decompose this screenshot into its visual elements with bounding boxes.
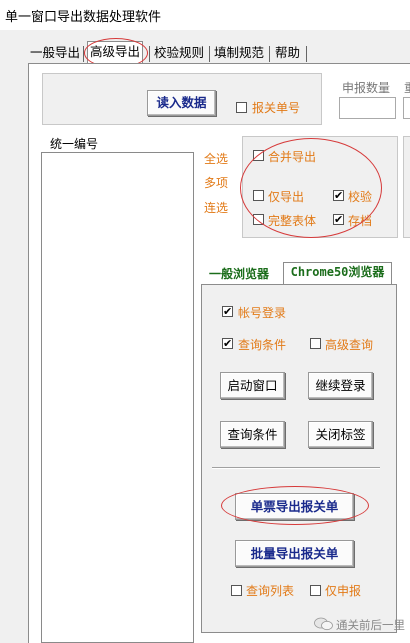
archive-checkbox[interactable]: ✔ <box>333 214 344 225</box>
declare-count-input[interactable] <box>339 97 396 119</box>
advanced-query-checkbox[interactable] <box>310 338 321 349</box>
full-table-checkbox[interactable] <box>253 214 264 225</box>
continue-login-button[interactable]: 继续登录 <box>308 372 373 399</box>
tab-general-export[interactable]: 一般导出 <box>28 43 82 64</box>
tab-divider <box>83 46 84 62</box>
read-data-button[interactable]: 读入数据 <box>147 90 216 116</box>
start-window-button[interactable]: 启动窗口 <box>220 372 285 399</box>
tab-divider <box>269 46 270 62</box>
declare-count-label: 申报数量 <box>342 81 391 95</box>
wechat-logo-icon <box>314 617 334 631</box>
query-list-checkbox[interactable] <box>231 585 242 596</box>
only-export-label: 仅导出 <box>268 190 305 204</box>
tab-help[interactable]: 帮助 <box>273 43 302 64</box>
query-conditions-label: 查询条件 <box>238 338 287 352</box>
only-declare-label: 仅申报 <box>325 584 362 598</box>
tab-divider <box>209 46 210 62</box>
tab-validation-rules[interactable]: 校验规则 <box>152 43 206 64</box>
export-options-group <box>242 136 398 238</box>
divider <box>212 468 380 469</box>
verify-label: 校验 <box>348 190 373 204</box>
unified-number-list[interactable] <box>41 152 194 643</box>
select-all-link[interactable]: 全选 <box>204 150 228 167</box>
tab-fill-spec[interactable]: 填制规范 <box>212 43 266 64</box>
query-conditions-checkbox[interactable]: ✔ <box>222 338 233 349</box>
watermark-text: 通关前后一里 <box>336 618 405 632</box>
cut-off-label: 重 <box>404 79 410 96</box>
batch-export-button[interactable]: 批量导出报关单 <box>235 540 354 567</box>
tab-chrome50-browser[interactable]: Chrome50浏览器 <box>283 262 392 285</box>
single-export-button[interactable]: 单票导出报关单 <box>235 493 354 520</box>
side-group <box>403 136 410 238</box>
account-login-checkbox[interactable]: ✔ <box>222 306 233 317</box>
customs-no-label: 报关单号 <box>252 101 301 115</box>
merge-export-label: 合并导出 <box>268 150 317 164</box>
list-header: 统一编号 <box>50 137 99 151</box>
merge-export-checkbox[interactable] <box>253 150 264 161</box>
account-login-label: 帐号登录 <box>238 306 287 320</box>
window-title: 单一窗口导出数据处理软件 <box>5 10 162 25</box>
only-export-checkbox[interactable] <box>253 190 264 201</box>
full-table-label: 完整表体 <box>268 214 317 228</box>
archive-label: 存档 <box>348 214 373 228</box>
multi-select-link[interactable]: 多项 <box>204 174 228 191</box>
advanced-query-label: 高级查询 <box>325 338 374 352</box>
tab-advanced-export[interactable]: 高级导出 <box>87 41 144 64</box>
tab-divider <box>306 46 307 62</box>
customs-no-checkbox[interactable] <box>236 102 247 113</box>
query-list-label: 查询列表 <box>246 584 295 598</box>
cut-off-input[interactable] <box>403 97 410 119</box>
only-declare-checkbox[interactable] <box>310 585 321 596</box>
range-select-link[interactable]: 连选 <box>204 199 228 216</box>
tab-general-browser[interactable]: 一般浏览器 <box>207 265 271 286</box>
verify-checkbox[interactable]: ✔ <box>333 190 344 201</box>
title-bar: 单一窗口导出数据处理软件 <box>0 0 410 30</box>
tab-divider <box>149 46 150 62</box>
close-tabs-button[interactable]: 关闭标签 <box>308 421 373 448</box>
query-conditions-button[interactable]: 查询条件 <box>220 421 285 448</box>
